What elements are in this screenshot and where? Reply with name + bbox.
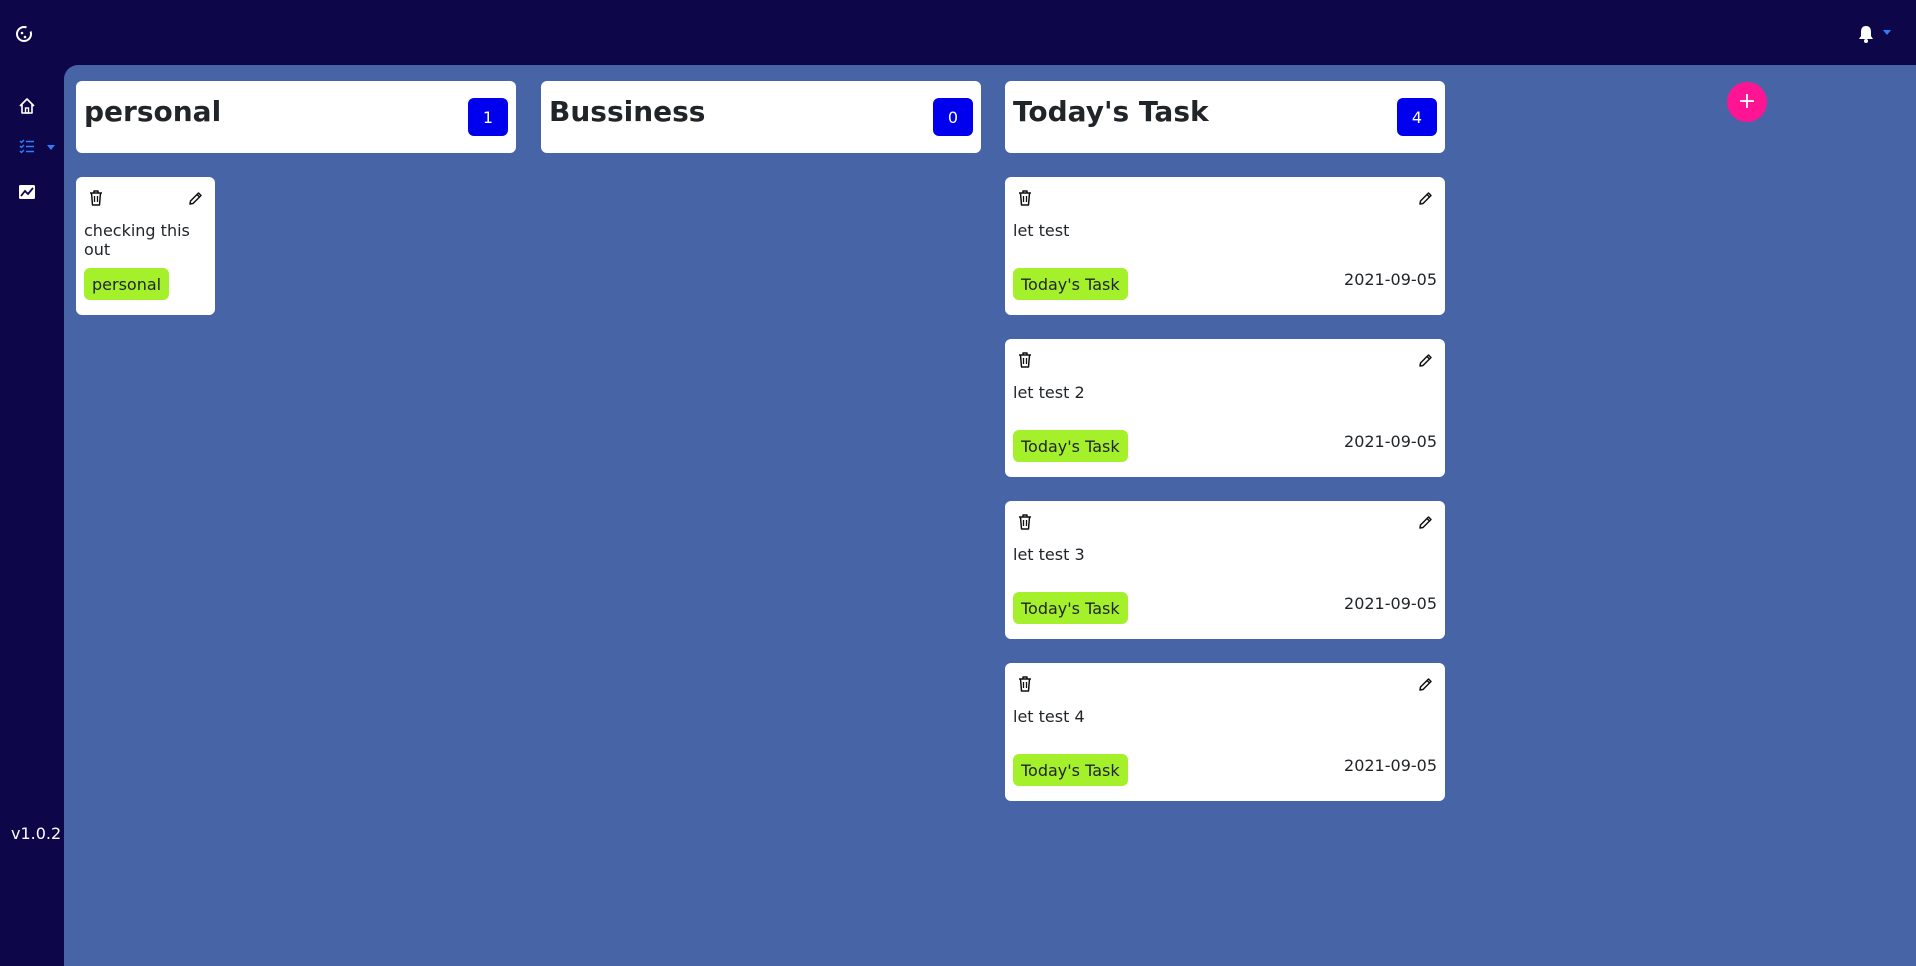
chevron-down-icon[interactable] bbox=[1883, 30, 1891, 35]
column-header: personal 1 bbox=[76, 81, 516, 153]
bell-icon[interactable] bbox=[1856, 24, 1876, 44]
task-card[interactable]: checking this out personal bbox=[76, 177, 215, 315]
task-card[interactable]: let test Today's Task 2021-09-05 bbox=[1005, 177, 1445, 315]
column-header: Today's Task 4 bbox=[1005, 81, 1445, 153]
task-text: let test 2 bbox=[1013, 383, 1085, 402]
column-title: personal bbox=[84, 95, 222, 128]
trash-icon[interactable] bbox=[1017, 675, 1033, 693]
column-personal: personal 1 checking this out personal bbox=[76, 81, 516, 339]
task-text: let test bbox=[1013, 221, 1070, 240]
pencil-icon[interactable] bbox=[187, 189, 203, 207]
board: personal 1 checking this out personal Bu… bbox=[64, 65, 1916, 966]
column-title: Bussiness bbox=[549, 95, 706, 128]
task-card[interactable]: let test 4 Today's Task 2021-09-05 bbox=[1005, 663, 1445, 801]
trash-icon[interactable] bbox=[1017, 513, 1033, 531]
task-date: 2021-09-05 bbox=[1344, 432, 1437, 451]
chart-icon[interactable] bbox=[18, 183, 36, 201]
task-text: let test 3 bbox=[1013, 545, 1085, 564]
count-badge: 0 bbox=[933, 98, 973, 136]
count-badge: 1 bbox=[468, 98, 508, 136]
trash-icon[interactable] bbox=[1017, 351, 1033, 369]
trash-icon[interactable] bbox=[1017, 189, 1033, 207]
task-date: 2021-09-05 bbox=[1344, 756, 1437, 775]
pencil-icon[interactable] bbox=[1417, 189, 1433, 207]
pencil-icon[interactable] bbox=[1417, 351, 1433, 369]
task-text: checking this out bbox=[84, 221, 190, 259]
list-icon[interactable] bbox=[18, 137, 36, 155]
task-tag: personal bbox=[84, 268, 170, 300]
task-tag: Today's Task bbox=[1013, 592, 1128, 624]
trash-icon[interactable] bbox=[88, 189, 104, 207]
add-task-button[interactable]: + bbox=[1727, 82, 1767, 122]
pencil-icon[interactable] bbox=[1417, 675, 1433, 693]
column-title: Today's Task bbox=[1013, 95, 1209, 128]
chevron-down-icon[interactable] bbox=[47, 145, 55, 150]
task-text: let test 4 bbox=[1013, 707, 1085, 726]
column-header: Bussiness 0 bbox=[541, 81, 981, 153]
task-tag: Today's Task bbox=[1013, 268, 1128, 300]
pencil-icon[interactable] bbox=[1417, 513, 1433, 531]
cookie-icon[interactable] bbox=[14, 24, 34, 44]
column-todays-task: Today's Task 4 let test Today's Task 202… bbox=[1005, 81, 1445, 825]
task-date: 2021-09-05 bbox=[1344, 594, 1437, 613]
home-icon[interactable] bbox=[18, 97, 36, 115]
task-date: 2021-09-05 bbox=[1344, 270, 1437, 289]
column-bussiness: Bussiness 0 bbox=[541, 81, 981, 153]
task-tag: Today's Task bbox=[1013, 430, 1128, 462]
task-card[interactable]: let test 2 Today's Task 2021-09-05 bbox=[1005, 339, 1445, 477]
task-tag: Today's Task bbox=[1013, 754, 1128, 786]
count-badge: 4 bbox=[1397, 98, 1437, 136]
app-version: v1.0.2 bbox=[11, 824, 62, 843]
task-card[interactable]: let test 3 Today's Task 2021-09-05 bbox=[1005, 501, 1445, 639]
